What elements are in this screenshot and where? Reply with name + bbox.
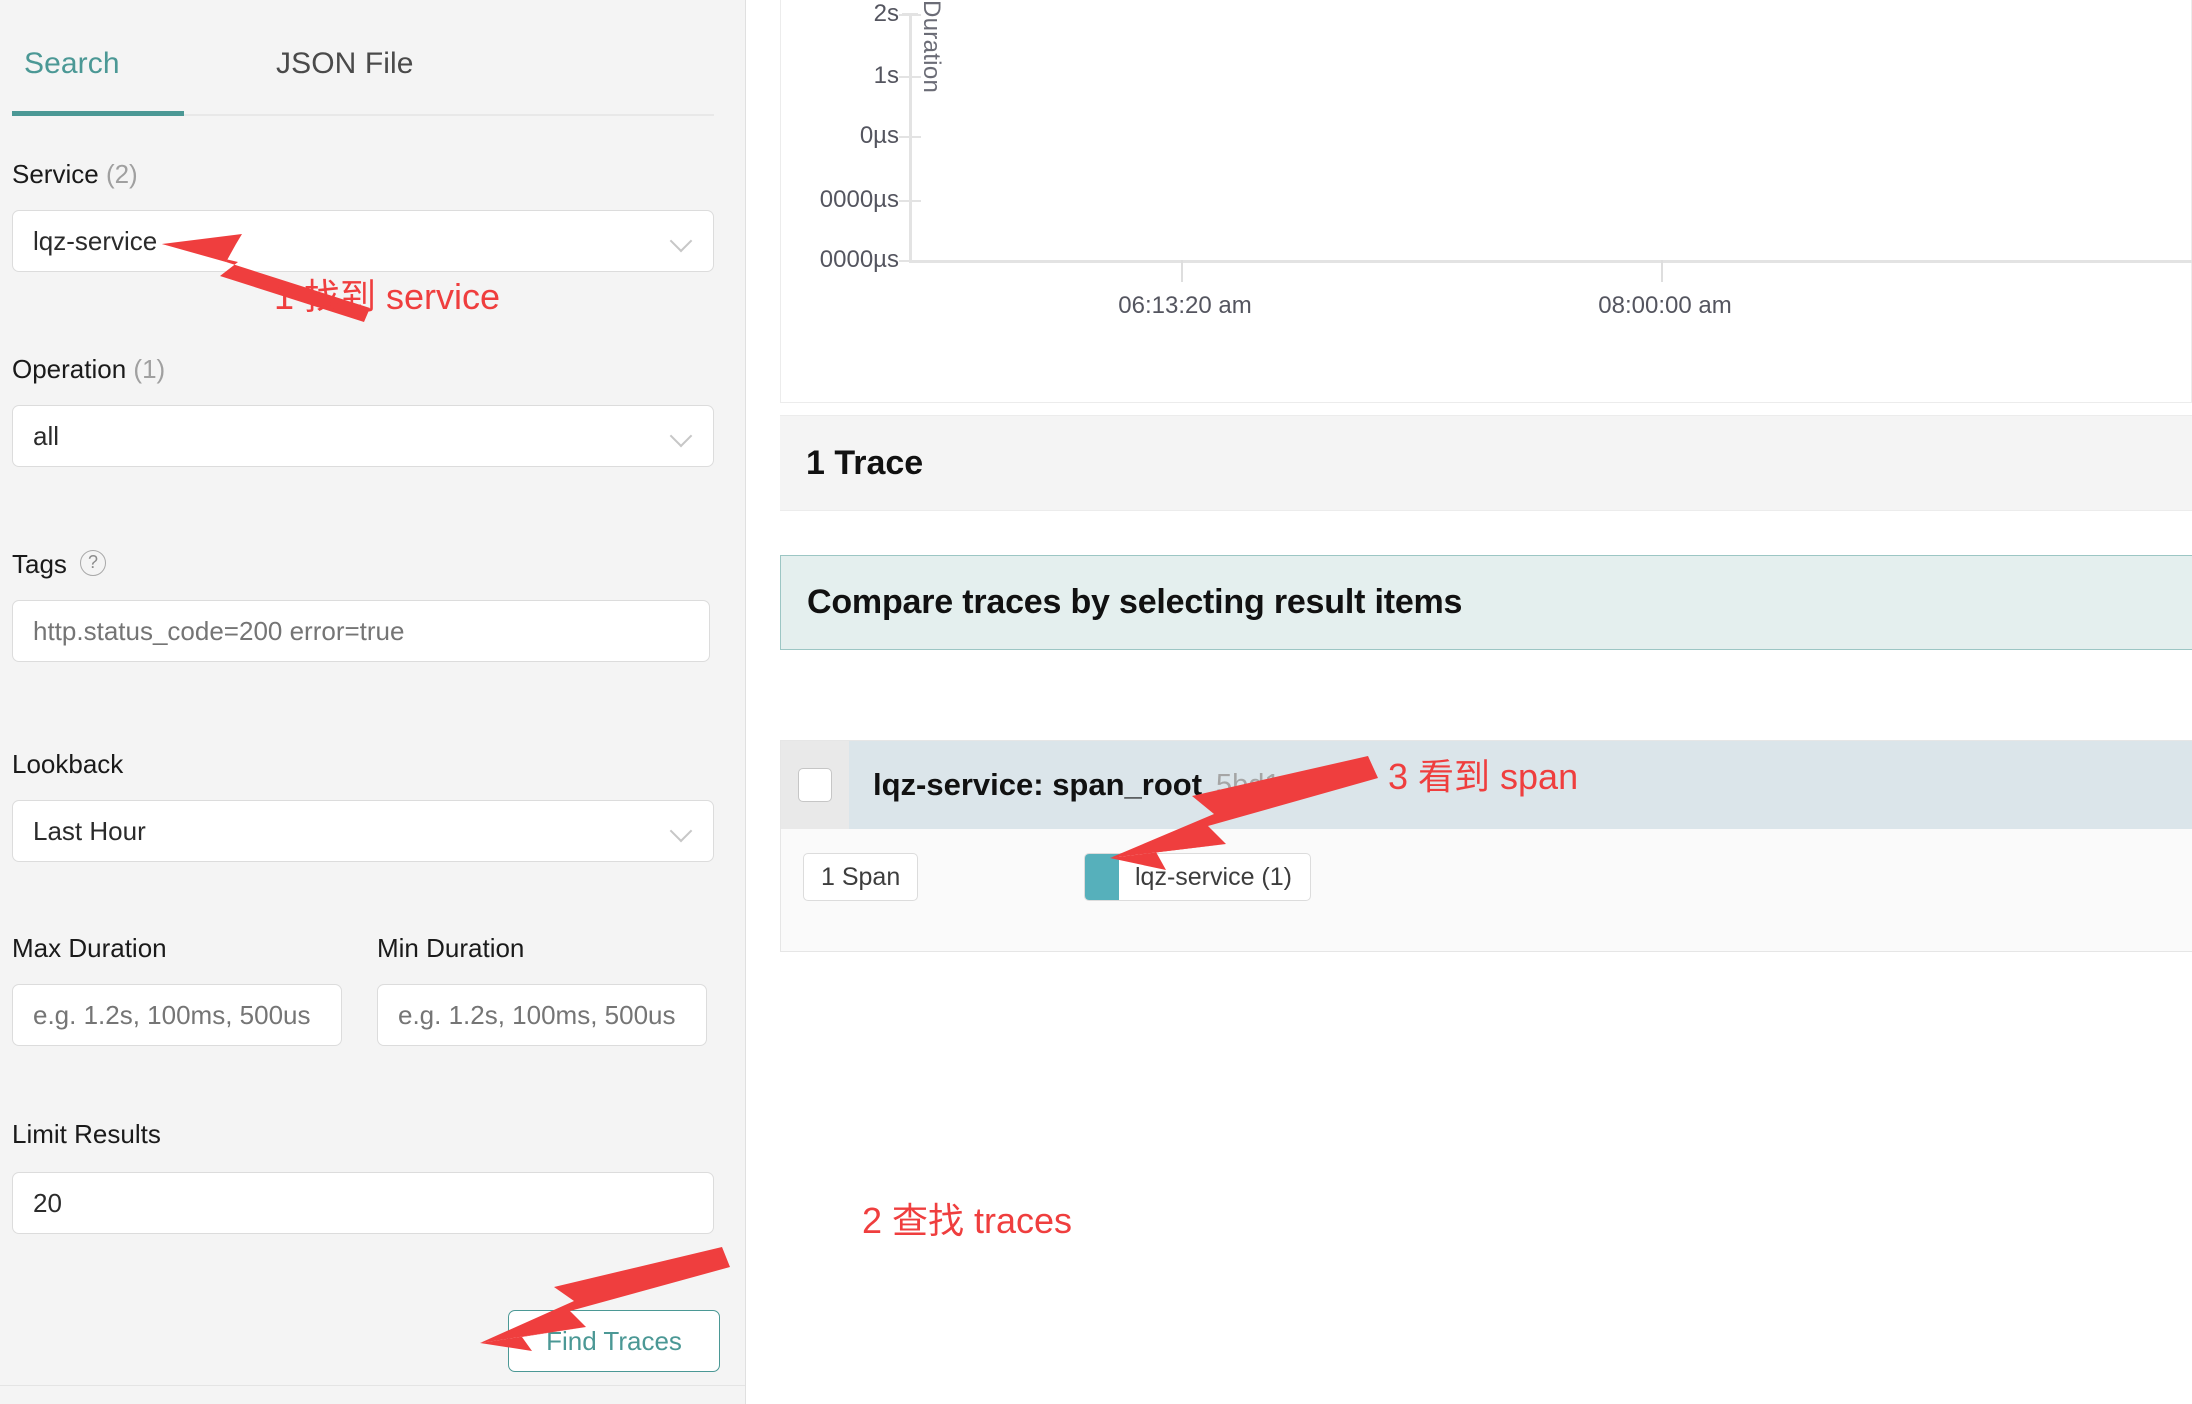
- annotation-label-3: 3 看到 span: [1388, 756, 1579, 797]
- limit-results-label: Limit Results: [12, 1118, 161, 1150]
- min-duration-input[interactable]: [377, 984, 707, 1046]
- chart-plot-area: 2s 1s 0µs 0000µs 0000µs Duration 06:13:2…: [781, 0, 2192, 402]
- tags-label: Tags: [12, 548, 67, 580]
- question-circle-icon[interactable]: ?: [80, 550, 106, 576]
- span-count-label: 1 Span: [821, 862, 901, 891]
- compare-traces-label: Compare traces by selecting result items: [807, 583, 1463, 621]
- service-label: Service (2): [12, 158, 138, 190]
- tags-label-text: Tags: [12, 549, 67, 579]
- tab-search[interactable]: Search: [24, 44, 120, 84]
- search-sidebar: Search JSON File Service (2) lqz-service…: [0, 0, 746, 1404]
- chart-y-tickmark: [899, 200, 921, 202]
- find-traces-button[interactable]: Find Traces: [508, 1310, 720, 1372]
- trace-select-cell[interactable]: [781, 741, 849, 829]
- chart-y-tick-label: 2s: [873, 0, 899, 27]
- service-label-text: Service: [12, 159, 99, 189]
- service-count: (2): [105, 159, 138, 189]
- chart-x-tick-label: 06:13:20 am: [1118, 292, 1252, 319]
- tab-json-file[interactable]: JSON File: [276, 44, 414, 84]
- max-duration-label-text: Max Duration: [12, 933, 167, 963]
- chart-y-tick-label: 0000µs: [819, 246, 899, 273]
- service-tag-label: lqz-service (1): [1135, 863, 1292, 891]
- service-select[interactable]: lqz-service: [12, 210, 714, 272]
- operation-count: (1): [133, 354, 166, 384]
- chart-y-tickmark: [899, 136, 921, 138]
- trace-result-meta: 1 Span lqz-service (1): [781, 829, 2192, 951]
- chevron-down-icon: [671, 820, 693, 842]
- service-color-swatch: [1085, 854, 1119, 900]
- service-select-value: lqz-service: [33, 225, 158, 256]
- trace-title: lqz-service: span_root: [873, 767, 1203, 802]
- max-duration-label: Max Duration: [12, 932, 167, 964]
- trace-count-header: 1 Trace: [780, 415, 2192, 511]
- chart-y-axis-label: Duration: [918, 0, 945, 94]
- tags-input[interactable]: [12, 600, 710, 662]
- lookback-select-value: Last Hour: [33, 815, 146, 846]
- annotation-label-2: 2 查找 traces: [862, 1200, 1073, 1241]
- chart-x-tickmark: [1181, 260, 1183, 282]
- chart-y-tick-label: 0000µs: [819, 186, 899, 213]
- chevron-down-icon: [671, 230, 693, 252]
- min-duration-label: Min Duration: [377, 932, 524, 964]
- operation-select[interactable]: all: [12, 405, 714, 467]
- operation-label: Operation (1): [12, 353, 165, 385]
- duration-scatter-chart: 2s 1s 0µs 0000µs 0000µs Duration 06:13:2…: [780, 0, 2192, 403]
- annotation-label-1: 1 找到 service: [274, 276, 501, 317]
- limit-results-input[interactable]: 20: [12, 1172, 714, 1234]
- find-traces-label: Find Traces: [546, 1325, 682, 1356]
- min-duration-label-text: Min Duration: [377, 933, 525, 963]
- trace-select-checkbox[interactable]: [798, 768, 832, 802]
- lookback-label-text: Lookback: [12, 749, 124, 779]
- tab-active-indicator: [12, 111, 184, 116]
- span-count-pill: 1 Span: [803, 853, 919, 901]
- chart-y-tick-label: 0µs: [859, 122, 899, 149]
- limit-results-label-text: Limit Results: [12, 1119, 161, 1149]
- limit-results-value: 20: [33, 1187, 62, 1218]
- chevron-down-icon: [671, 425, 693, 447]
- operation-label-text: Operation: [12, 354, 127, 384]
- service-tag-pill[interactable]: lqz-service (1): [1084, 853, 1311, 901]
- compare-traces-banner: Compare traces by selecting result items: [780, 555, 2192, 650]
- chart-y-tickmark: [899, 260, 921, 262]
- chart-x-axis: [909, 260, 2192, 263]
- trace-id: 5bd1a3f: [1216, 768, 1321, 801]
- sidebar-bottom-divider: [0, 1385, 745, 1386]
- app-root: Search JSON File Service (2) lqz-service…: [0, 0, 2192, 1404]
- max-duration-input[interactable]: [12, 984, 342, 1046]
- chart-x-tickmark: [1661, 260, 1663, 282]
- sidebar-tabs: Search JSON File: [0, 20, 714, 116]
- lookback-label: Lookback: [12, 748, 123, 780]
- chart-y-axis: [909, 14, 912, 262]
- lookback-select[interactable]: Last Hour: [12, 800, 714, 862]
- chart-x-tick-label: 08:00:00 am: [1598, 292, 1732, 319]
- operation-select-value: all: [33, 420, 60, 451]
- chart-y-tick-labels: 2s 1s 0µs 0000µs 0000µs: [781, 0, 899, 402]
- trace-count-label: 1 Trace: [806, 443, 924, 482]
- chart-y-tick-label: 1s: [873, 62, 899, 89]
